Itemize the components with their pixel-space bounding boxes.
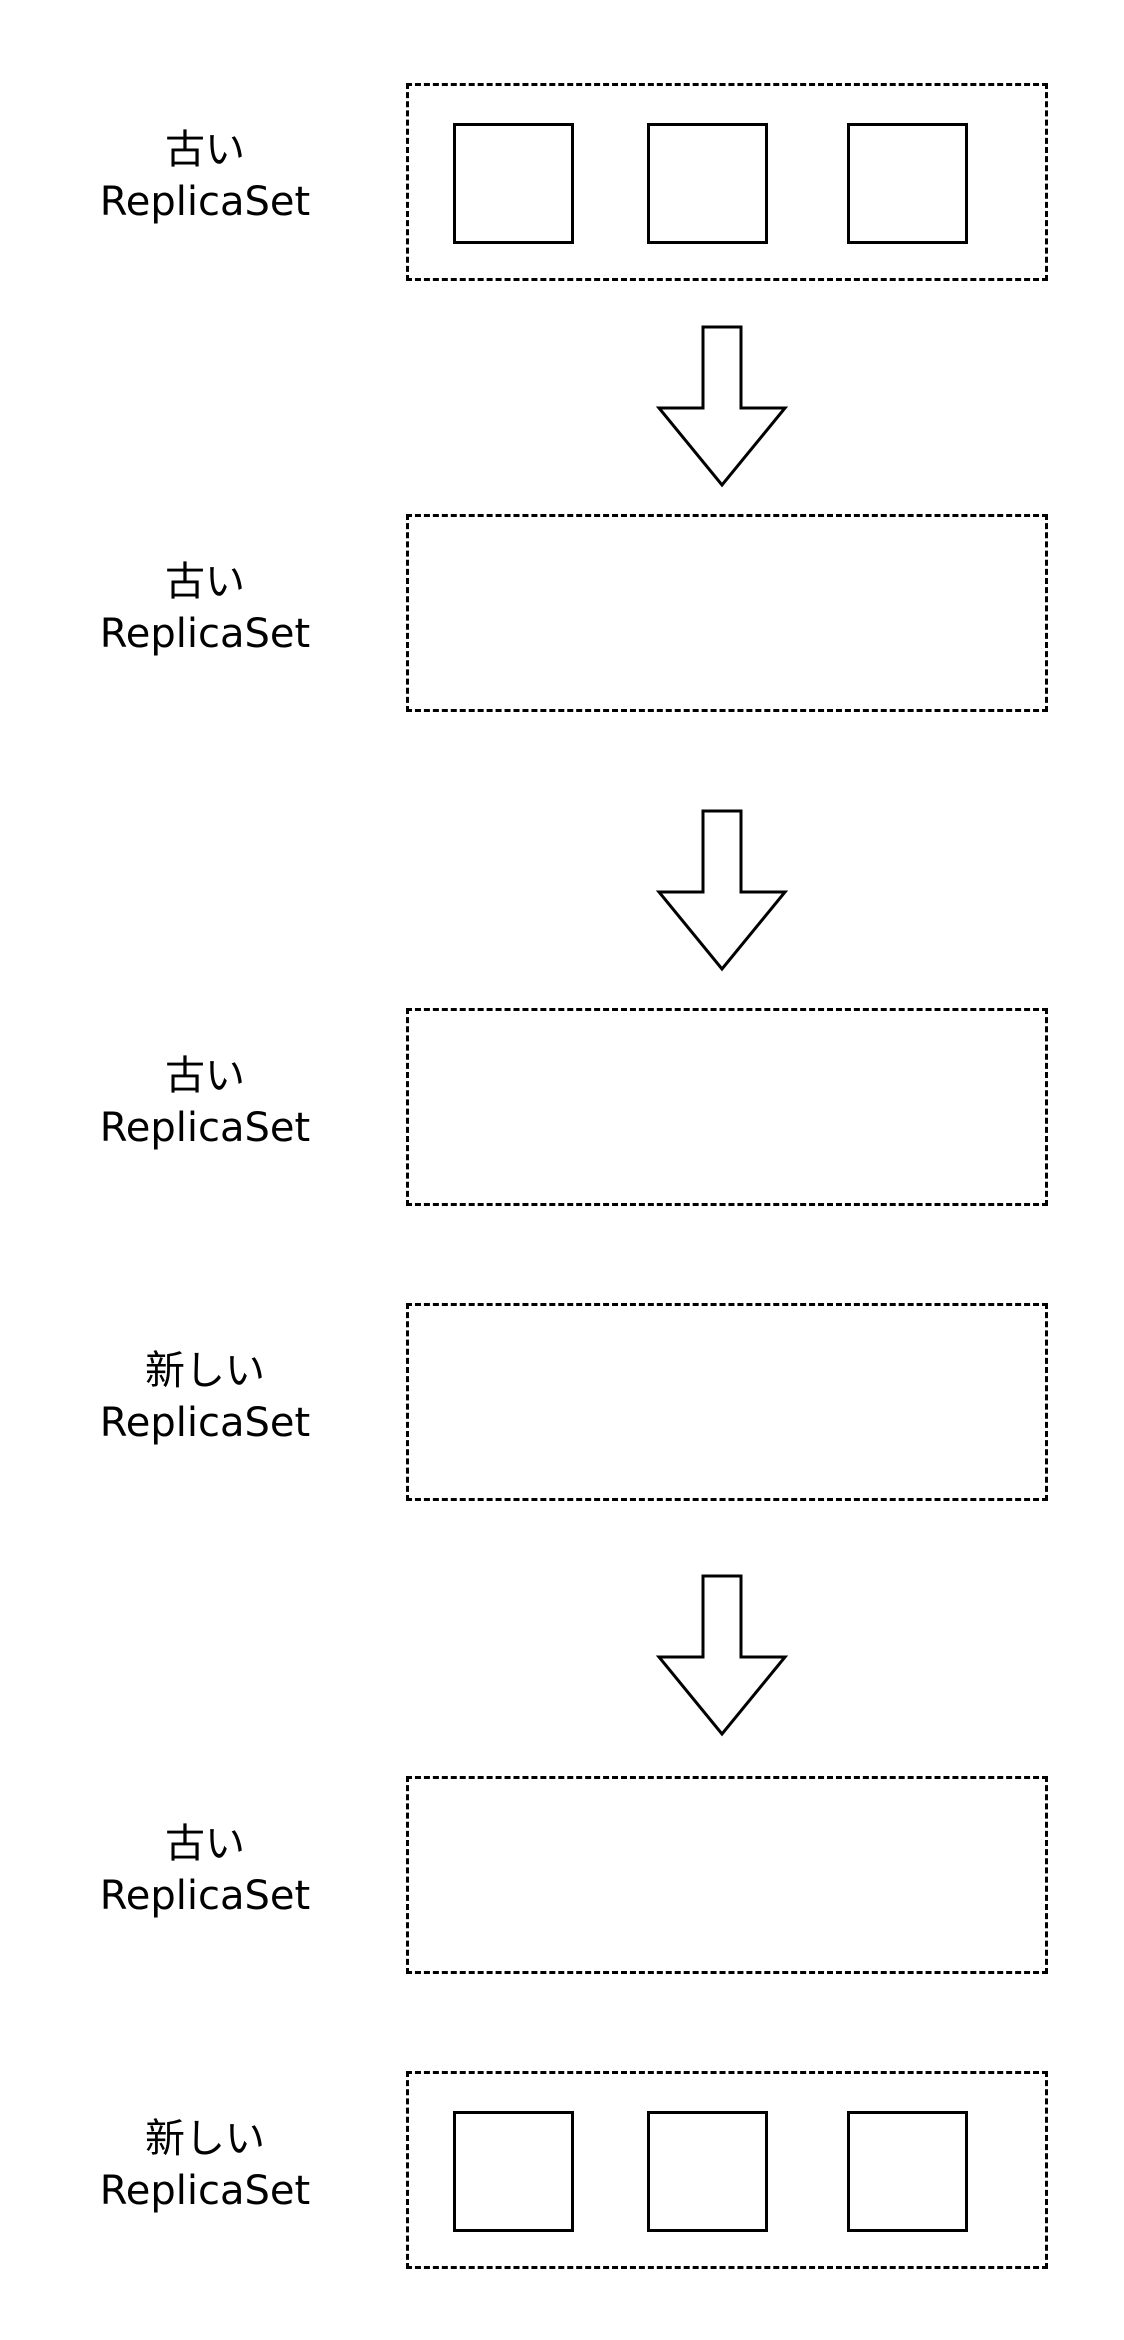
replicaset-label-line1: 古い <box>165 127 245 173</box>
pod <box>647 2111 768 2232</box>
replicaset-box-old-3 <box>406 1008 1048 1206</box>
pod <box>647 123 768 244</box>
replicaset-box-old-2 <box>406 514 1048 712</box>
replicaset-label-old-2: 古い ReplicaSet <box>40 556 370 660</box>
replicaset-label-line2: ReplicaSet <box>99 179 311 225</box>
down-arrow-icon <box>655 1574 789 1737</box>
replicaset-box-old-1 <box>406 83 1048 281</box>
replicaset-label-line1: 新しい <box>145 2116 265 2162</box>
replicaset-box-new-1 <box>406 1303 1048 1501</box>
pod <box>847 2111 968 2232</box>
pod <box>453 123 574 244</box>
down-arrow-icon <box>655 325 789 488</box>
replicaset-label-line2: ReplicaSet <box>99 2168 311 2214</box>
pod <box>453 2111 574 2232</box>
replicaset-label-old-4: 古い ReplicaSet <box>40 1818 370 1922</box>
replicaset-label-line1: 新しい <box>145 1348 265 1394</box>
replicaset-label-line1: 古い <box>165 559 245 605</box>
replicaset-label-line2: ReplicaSet <box>99 1400 311 1446</box>
replicaset-label-line2: ReplicaSet <box>99 611 311 657</box>
replicaset-label-old-1: 古い ReplicaSet <box>40 124 370 228</box>
replicaset-box-old-4 <box>406 1776 1048 1974</box>
down-arrow-icon <box>655 809 789 972</box>
replicaset-label-new-1: 新しい ReplicaSet <box>40 1345 370 1449</box>
replicaset-label-old-3: 古い ReplicaSet <box>40 1050 370 1154</box>
replicaset-label-line1: 古い <box>165 1821 245 1867</box>
replicaset-label-new-2: 新しい ReplicaSet <box>40 2113 370 2217</box>
replicaset-label-line1: 古い <box>165 1053 245 1099</box>
pod <box>847 123 968 244</box>
replicaset-box-new-2 <box>406 2071 1048 2269</box>
replicaset-label-line2: ReplicaSet <box>99 1873 311 1919</box>
replicaset-label-line2: ReplicaSet <box>99 1105 311 1151</box>
